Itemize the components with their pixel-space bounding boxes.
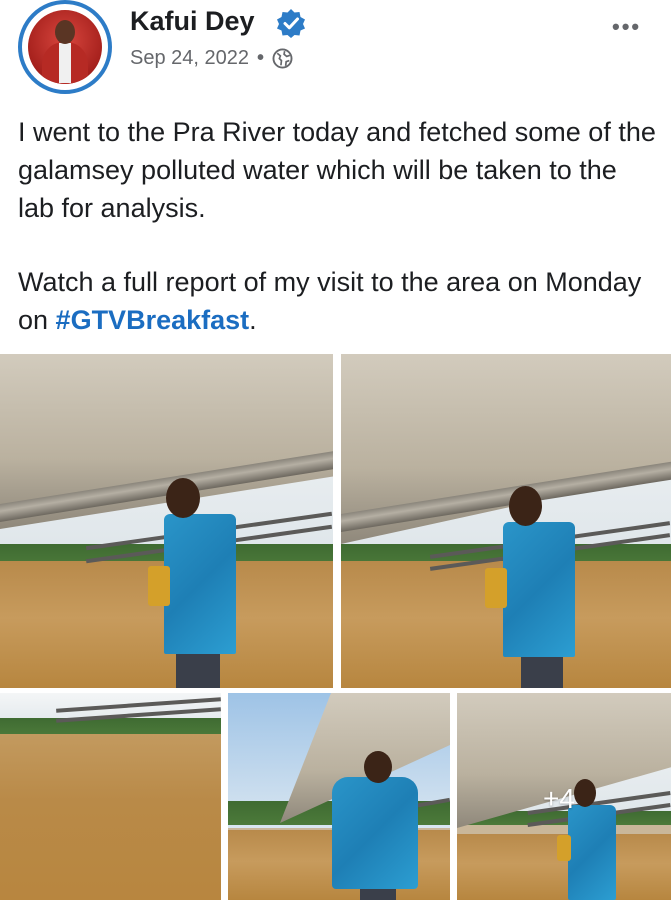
more-options-icon[interactable]: ••• <box>612 14 641 40</box>
avatar[interactable] <box>18 0 112 94</box>
post-body: I went to the Pra River today and fetche… <box>18 113 658 339</box>
photo-4[interactable] <box>228 693 450 900</box>
verified-badge-icon <box>277 9 305 38</box>
photo-1[interactable] <box>0 354 333 688</box>
post-paragraph-1: I went to the Pra River today and fetche… <box>18 117 656 223</box>
hashtag-link[interactable]: #GTVBreakfast <box>56 305 250 335</box>
post-paragraph-2: Watch a full report of my visit to the a… <box>18 267 642 335</box>
meta-separator: • <box>257 47 265 69</box>
globe-icon[interactable] <box>272 48 293 69</box>
post-meta: Sep 24, 2022 • <box>130 47 293 70</box>
more-photos-count[interactable]: +4 <box>543 783 575 815</box>
avatar-image <box>28 10 102 84</box>
author-name[interactable]: Kafui Dey <box>130 6 255 37</box>
post-date[interactable]: Sep 24, 2022 <box>130 47 249 70</box>
photo-3[interactable] <box>0 693 221 900</box>
photo-2[interactable] <box>341 354 671 688</box>
post-header: Kafui Dey Sep 24, 2022 • ••• <box>0 0 671 110</box>
